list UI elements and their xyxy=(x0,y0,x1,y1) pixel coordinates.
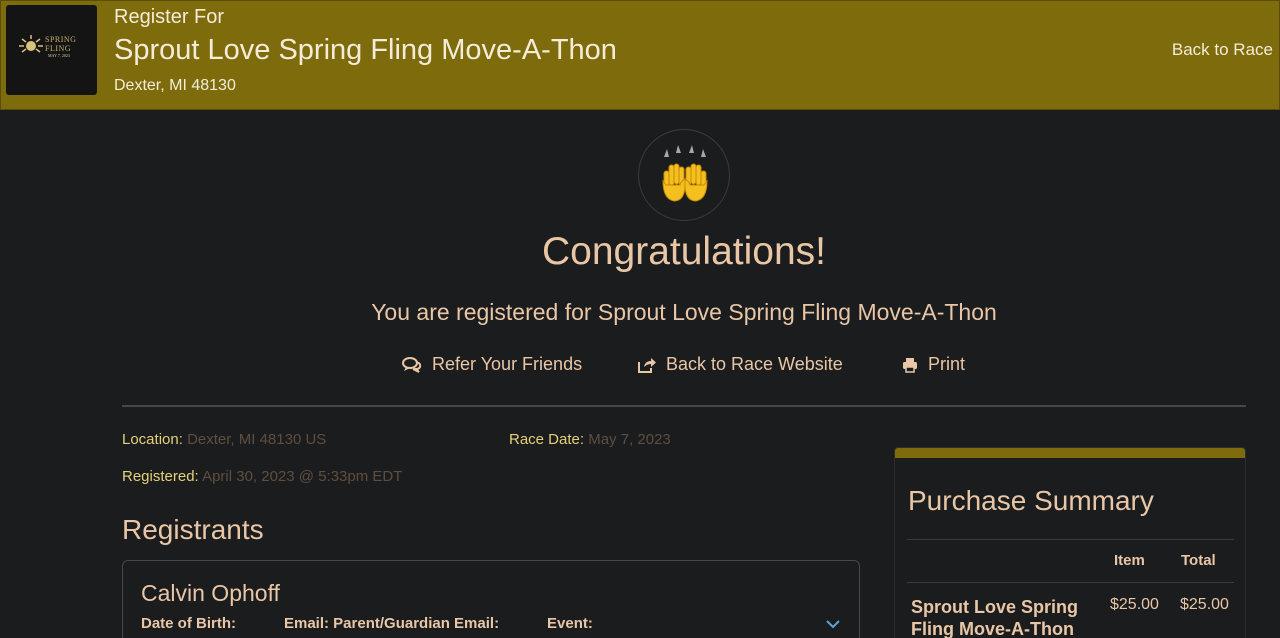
sun-icon xyxy=(19,35,43,53)
race-date-detail: Race Date: May 7, 2023 xyxy=(509,431,671,448)
celebration-badge xyxy=(638,129,730,221)
purchase-summary-title: Purchase Summary xyxy=(908,485,1154,516)
summary-accent-bar xyxy=(895,448,1245,458)
chat-bubbles-icon xyxy=(402,356,422,373)
registration-message: You are registered for Sprout Love Sprin… xyxy=(371,299,997,325)
header-location: Dexter, MI 48130 xyxy=(114,77,236,94)
registered-label: Registered: xyxy=(122,468,199,485)
event-label: Event: xyxy=(547,615,593,632)
column-header-item: Item xyxy=(1114,552,1145,569)
race-date-label: Race Date: xyxy=(509,431,585,448)
logo-date: MAY 7, 2023 xyxy=(48,53,70,58)
dob-label: Date of Birth: xyxy=(141,615,236,632)
printer-icon xyxy=(903,357,917,373)
location-value: Dexter, MI 48130 US xyxy=(187,431,327,448)
location-label: Location: xyxy=(122,431,183,448)
registrants-heading: Registrants xyxy=(122,514,264,545)
back-to-race-website-button[interactable]: Back to Race Website xyxy=(638,354,843,375)
registrant-name: Calvin Ophoff xyxy=(141,580,280,606)
summary-row-item-price: $25.00 xyxy=(1110,596,1159,613)
purchase-summary-card: Purchase Summary Item Total Sprout Love … xyxy=(894,447,1246,638)
summary-row-total: $25.00 xyxy=(1180,596,1229,613)
column-header-total: Total xyxy=(1181,552,1216,569)
action-bar: Refer Your Friends Back to Race Website … xyxy=(0,354,1280,378)
print-button[interactable]: Print xyxy=(902,354,965,375)
page-title: Sprout Love Spring Fling Move-A-Thon xyxy=(114,34,617,66)
chevron-down-icon[interactable] xyxy=(825,619,841,629)
back-to-race-link[interactable]: Back to Race xyxy=(1172,40,1273,60)
header-subtitle: Register For xyxy=(114,6,225,28)
print-label: Print xyxy=(928,354,966,374)
share-icon xyxy=(638,357,656,373)
location-detail: Location: Dexter, MI 48130 US xyxy=(122,431,326,448)
email-label: Email: Parent/Guardian Email: xyxy=(284,615,500,632)
congratulations-heading: Congratulations! xyxy=(541,230,826,273)
back-to-race-website-label: Back to Race Website xyxy=(666,354,843,374)
section-divider xyxy=(122,405,1246,407)
refer-friends-button[interactable]: Refer Your Friends xyxy=(402,354,582,375)
summary-divider xyxy=(907,539,1234,540)
registered-value: April 30, 2023 @ 5:33pm EDT xyxy=(202,468,403,485)
summary-row-name: Sprout Love Spring Fling Move-A-Thon xyxy=(911,597,1079,638)
race-logo: SPRING FLING MAY 7, 2023 xyxy=(6,5,97,95)
refer-friends-label: Refer Your Friends xyxy=(432,354,583,374)
summary-divider xyxy=(907,582,1234,583)
registrant-card: Calvin Ophoff Date of Birth: Email: Pare… xyxy=(122,560,860,638)
raising-hands-icon xyxy=(662,145,708,202)
registration-header: SPRING FLING MAY 7, 2023 Register For Sp… xyxy=(0,0,1280,110)
registered-detail: Registered: April 30, 2023 @ 5:33pm EDT xyxy=(122,468,402,485)
logo-wordmark: SPRING FLING xyxy=(45,35,77,53)
race-date-value: May 7, 2023 xyxy=(588,431,671,448)
